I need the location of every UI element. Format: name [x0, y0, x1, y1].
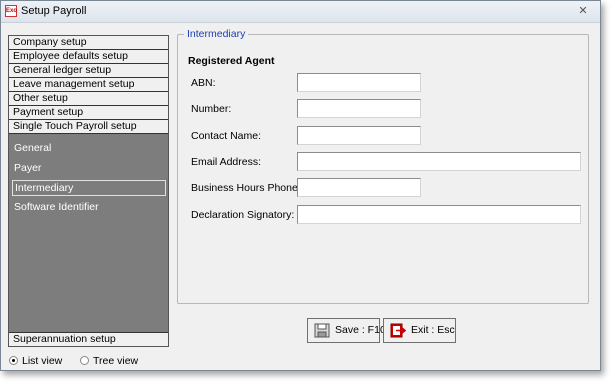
exo-app-icon: Exo [5, 5, 17, 17]
sub-item-general[interactable]: General [12, 141, 166, 157]
exit-button-label: Exit : Esc [411, 324, 455, 336]
list-view-radio[interactable] [9, 356, 18, 365]
abn-label: ABN: [191, 77, 216, 89]
save-button-label: Save : F10 [335, 324, 386, 336]
exit-door-icon [390, 323, 406, 338]
save-disk-icon [314, 323, 330, 338]
list-view-label: List view [22, 355, 63, 367]
tree-view-label: Tree view [93, 355, 139, 367]
number-label: Number: [191, 103, 232, 115]
setup-nav-list: Company setup Employee defaults setup Ge… [8, 35, 169, 347]
nav-item-superannuation-setup[interactable]: Superannuation setup [9, 332, 168, 346]
nav-item-employee-defaults-setup[interactable]: Employee defaults setup [9, 50, 168, 64]
nav-item-other-setup[interactable]: Other setup [9, 92, 168, 106]
list-view-option[interactable]: List view [9, 354, 62, 368]
declaration-signatory-label: Declaration Signatory: [191, 209, 295, 221]
email-address-input[interactable] [297, 152, 581, 171]
title-bar[interactable]: Exo Setup Payroll ✕ [1, 1, 600, 23]
declaration-signatory-input[interactable] [297, 205, 581, 224]
business-hours-phone-label: Business Hours Phone: [191, 182, 301, 194]
close-icon: ✕ [578, 5, 588, 17]
abn-input[interactable] [297, 73, 421, 92]
nav-item-payment-setup[interactable]: Payment setup [9, 106, 168, 120]
exit-button[interactable]: Exit : Esc [383, 318, 456, 343]
save-button[interactable]: Save : F10 [307, 318, 386, 343]
nav-item-leave-management-setup[interactable]: Leave management setup [9, 78, 168, 92]
sub-item-software-identifier[interactable]: Software Identifier [12, 200, 166, 216]
window-title: Setup Payroll [21, 5, 87, 17]
sub-item-intermediary[interactable]: Intermediary [12, 180, 166, 196]
group-title: Intermediary [184, 28, 249, 40]
tree-view-radio[interactable] [80, 356, 89, 365]
email-address-label: Email Address: [191, 156, 262, 168]
section-title: Registered Agent [188, 55, 275, 67]
sub-item-payer[interactable]: Payer [12, 161, 166, 177]
contact-name-input[interactable] [297, 126, 421, 145]
contact-name-label: Contact Name: [191, 130, 262, 142]
business-hours-phone-input[interactable] [297, 178, 421, 197]
tree-view-option[interactable]: Tree view [80, 354, 138, 368]
nav-item-single-touch-payroll-setup[interactable]: Single Touch Payroll setup [9, 120, 168, 134]
number-input[interactable] [297, 99, 421, 118]
nav-item-company-setup[interactable]: Company setup [9, 36, 168, 50]
nav-item-general-ledger-setup[interactable]: General ledger setup [9, 64, 168, 78]
close-button[interactable]: ✕ [574, 4, 592, 18]
